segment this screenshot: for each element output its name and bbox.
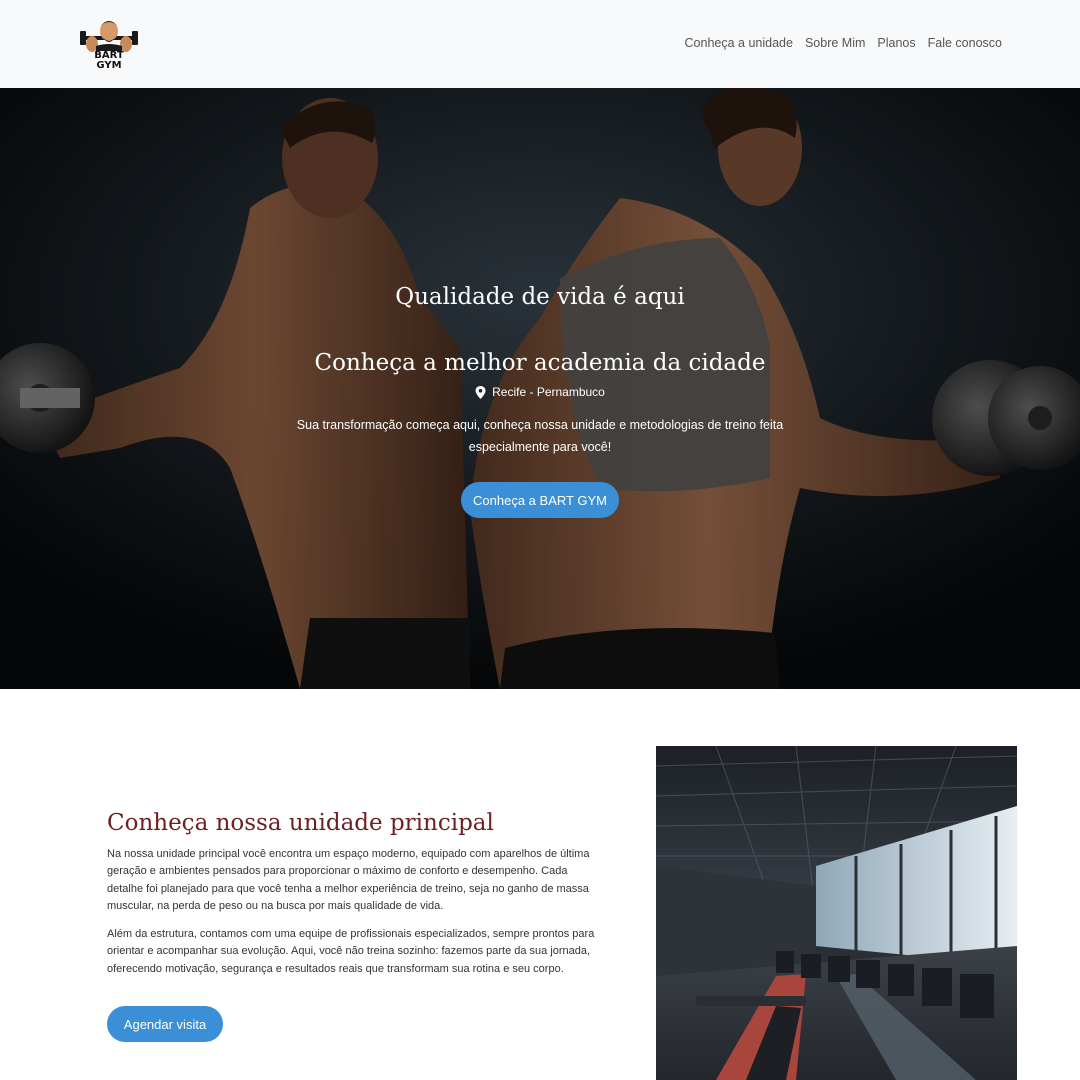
- hero-location: Recife - Pernambuco: [0, 385, 1080, 399]
- nav-link-planos[interactable]: Planos: [877, 36, 915, 50]
- hero-content: Qualidade de vida é aqui Conheça a melho…: [0, 88, 1080, 689]
- nav-link-contato[interactable]: Fale conosco: [928, 36, 1002, 50]
- hero-section: Qualidade de vida é aqui Conheça a melho…: [0, 88, 1080, 689]
- nav-menu: Conheça a unidade Sobre Mim Planos Fale …: [685, 36, 1002, 50]
- about-paragraph-1: Na nossa unidade principal você encontra…: [107, 848, 590, 912]
- brand-logo[interactable]: BART GYM: [78, 14, 140, 74]
- schedule-visit-button[interactable]: Agendar visita: [107, 1006, 223, 1042]
- hero-cta-button[interactable]: Conheça a BART GYM: [461, 482, 619, 518]
- hero-title: Qualidade de vida é aqui: [395, 284, 685, 310]
- hero-description: Sua transformação começa aqui, conheça n…: [296, 418, 784, 454]
- nav-link-sobre[interactable]: Sobre Mim: [805, 36, 865, 50]
- about-title: Conheça nossa unidade principal: [107, 810, 494, 836]
- location-text: Recife - Pernambuco: [492, 385, 605, 399]
- map-pin-icon: [475, 385, 486, 399]
- gym-interior-photo: [656, 746, 1017, 1080]
- navbar: BART GYM Conheça a unidade Sobre Mim Pla…: [0, 0, 1080, 88]
- hero-subtitle: Conheça a melhor academia da cidade: [314, 350, 766, 376]
- nav-link-unidade[interactable]: Conheça a unidade: [685, 36, 793, 50]
- about-paragraph-2: Além da estrutura, contamos com uma equi…: [107, 928, 595, 975]
- logo-text-line2: GYM: [96, 60, 122, 71]
